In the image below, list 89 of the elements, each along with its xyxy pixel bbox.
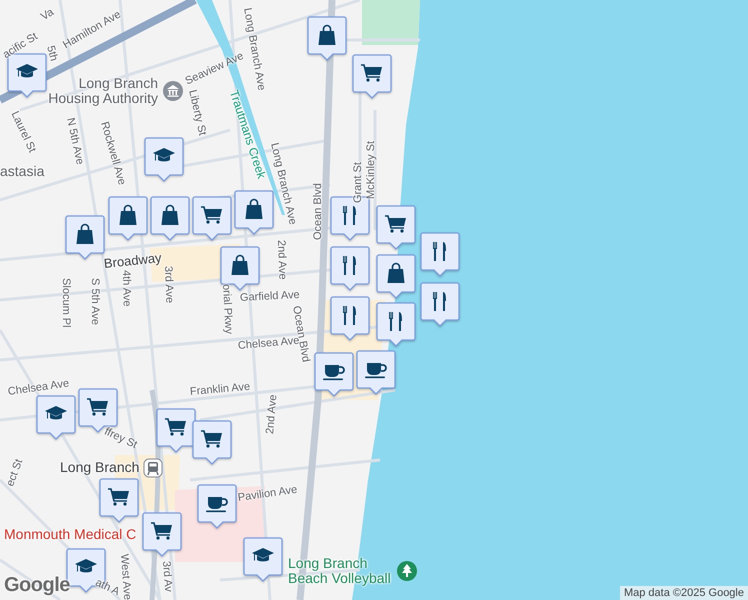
map-marker[interactable] bbox=[243, 537, 283, 583]
graduation-cap-icon bbox=[252, 548, 274, 562]
street-label: McKinley St bbox=[364, 140, 378, 200]
place-label: astasia bbox=[0, 164, 44, 180]
map-marker[interactable] bbox=[420, 282, 460, 328]
map-marker[interactable] bbox=[356, 350, 396, 396]
map-marker[interactable] bbox=[376, 254, 416, 300]
street-label: Va bbox=[38, 6, 56, 24]
hospital-label: Monmouth Medical C bbox=[4, 527, 136, 542]
street-label: ffrey St bbox=[102, 426, 139, 452]
street-label: Long Branch Ave bbox=[268, 142, 299, 226]
map-marker[interactable] bbox=[234, 190, 274, 236]
map-marker[interactable] bbox=[330, 296, 370, 342]
map-marker[interactable] bbox=[330, 246, 370, 292]
station-label: Long Branch bbox=[60, 460, 140, 476]
street-label: 2nd Ave bbox=[264, 394, 280, 435]
park-area bbox=[362, 0, 420, 45]
street-label: acific St bbox=[0, 30, 40, 62]
fork-knife-icon bbox=[389, 312, 402, 331]
map-marker[interactable] bbox=[314, 352, 354, 398]
map-marker[interactable] bbox=[420, 232, 460, 278]
street-label: orial Pkwy bbox=[220, 284, 235, 334]
fork-knife-icon bbox=[343, 256, 356, 275]
street-label: Slocum Pl bbox=[60, 278, 72, 328]
shopping-cart-icon bbox=[385, 215, 406, 233]
map-marker[interactable] bbox=[150, 196, 190, 242]
shopping-cart-icon bbox=[201, 206, 222, 224]
graduation-cap-icon bbox=[16, 64, 38, 78]
place-label: Long Branch Housing Authority bbox=[47, 76, 158, 106]
street-label: 3rd Av bbox=[160, 560, 174, 592]
landmark-icon bbox=[162, 80, 184, 102]
fork-knife-icon bbox=[343, 206, 356, 225]
street-label: Garfield Ave bbox=[240, 288, 300, 304]
map-marker[interactable] bbox=[142, 512, 182, 558]
shopping-bag-icon bbox=[318, 24, 336, 45]
shopping-bag-icon bbox=[76, 224, 94, 244]
shopping-bag-icon bbox=[120, 204, 136, 225]
street-label: 2nd Ave bbox=[274, 240, 288, 280]
map-marker[interactable] bbox=[99, 478, 139, 524]
attribution-text: Map data ©2025 Google bbox=[620, 586, 748, 600]
shopping-bag-icon bbox=[388, 262, 404, 283]
map-marker[interactable] bbox=[352, 54, 392, 100]
shopping-cart-icon bbox=[108, 488, 129, 506]
shopping-bag-icon bbox=[246, 198, 262, 219]
street-label: S 5th Ave bbox=[88, 278, 102, 325]
street-label: Franklin Ave bbox=[189, 380, 251, 398]
graduation-cap-icon bbox=[153, 148, 175, 162]
coffee-cup-icon bbox=[365, 363, 387, 378]
street-label: N 5th Ave bbox=[64, 116, 86, 166]
shopping-cart-icon bbox=[151, 522, 172, 540]
street-label: Grant St bbox=[352, 162, 364, 204]
shopping-cart-icon bbox=[165, 418, 186, 436]
graduation-cap-icon bbox=[75, 559, 97, 572]
map-canvas[interactable] bbox=[0, 0, 748, 600]
google-logo[interactable]: Google bbox=[4, 574, 70, 597]
shopping-cart-icon bbox=[361, 64, 382, 82]
street-label: Chelsea Ave bbox=[237, 334, 300, 352]
street-label: Broadway bbox=[103, 251, 162, 271]
coffee-cup-icon bbox=[323, 365, 345, 380]
map-marker[interactable] bbox=[376, 302, 416, 348]
shopping-bag-icon bbox=[162, 204, 178, 225]
street-label: Chelsea Ave bbox=[7, 378, 70, 398]
map-marker[interactable] bbox=[307, 16, 347, 62]
shopping-cart-icon bbox=[201, 430, 222, 448]
graduation-cap-icon bbox=[45, 406, 67, 420]
map-marker[interactable] bbox=[156, 408, 196, 454]
street-label: Liberty St bbox=[186, 88, 208, 137]
street-label: 3rd Ave bbox=[162, 266, 176, 304]
map-marker[interactable] bbox=[192, 420, 232, 466]
map-marker[interactable] bbox=[376, 205, 416, 251]
fork-knife-icon bbox=[433, 292, 446, 311]
map-marker[interactable] bbox=[108, 196, 148, 242]
tree-icon bbox=[396, 560, 418, 582]
fork-knife-icon bbox=[343, 306, 356, 325]
street-label: 4th Ave bbox=[120, 270, 133, 307]
map-marker[interactable] bbox=[36, 395, 76, 441]
street-label: Pavilion Ave bbox=[237, 484, 298, 504]
street-label: ect St bbox=[4, 458, 26, 488]
shopping-bag-icon bbox=[232, 254, 248, 275]
street-label: Ocean Blvd bbox=[312, 183, 324, 240]
street-label: 5th bbox=[44, 44, 60, 62]
shopping-cart-icon bbox=[87, 398, 108, 416]
fork-knife-icon bbox=[433, 242, 446, 261]
map-marker[interactable] bbox=[65, 215, 105, 261]
map-marker[interactable] bbox=[197, 484, 237, 530]
train-station-icon bbox=[143, 458, 164, 478]
map-marker[interactable] bbox=[192, 196, 232, 242]
map-marker[interactable] bbox=[144, 137, 184, 183]
coffee-cup-icon bbox=[206, 497, 228, 512]
